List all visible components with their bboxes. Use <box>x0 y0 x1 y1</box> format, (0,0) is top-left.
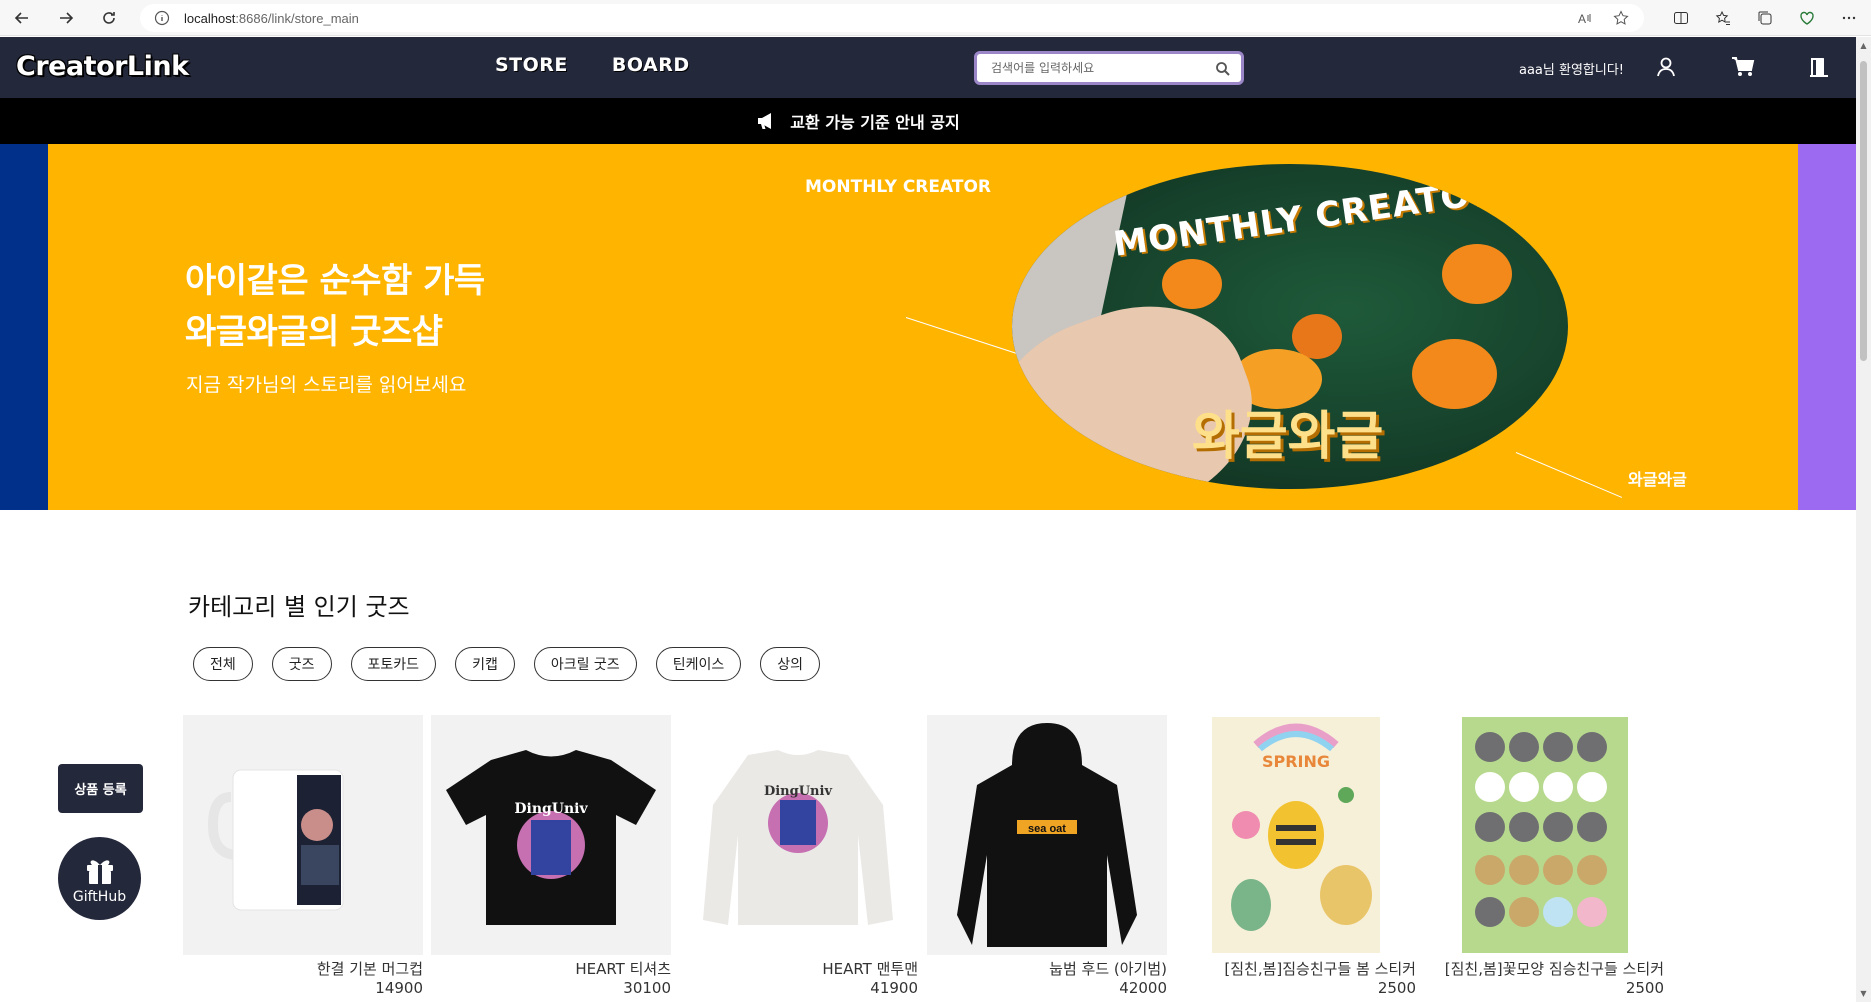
banner-tag-monthly: MONTHLY CREATOR <box>805 177 991 197</box>
banner-title: 아이같은 순수함 가득 와글와글의 굿즈샵 <box>185 261 485 352</box>
product-image[interactable]: SPRING <box>1176 715 1416 955</box>
product-name: HEART 티셔츠 <box>575 960 671 978</box>
scrollbar-thumb[interactable] <box>1860 61 1867 361</box>
chip-photocard[interactable]: 포토카드 <box>350 647 437 681</box>
page-viewport: CreatorLink STORE BOARD aaa님 환영합니다! 교환 가… <box>0 37 1856 1002</box>
user-icon[interactable] <box>1653 54 1679 80</box>
info-icon[interactable] <box>154 10 170 26</box>
more-menu-icon[interactable] <box>1839 8 1859 28</box>
back-icon[interactable] <box>4 0 40 36</box>
category-chips: 전체 굿즈 포토카드 키캡 아크릴 굿즈 틴케이스 상의 <box>193 647 839 681</box>
chip-keycap[interactable]: 키캡 <box>455 647 515 681</box>
collections-icon[interactable] <box>1755 8 1775 28</box>
creator-artwork: MONTHLY CREATOR 와글와글 <box>1012 164 1568 489</box>
artwork-title: MONTHLY CREATOR <box>1111 171 1500 265</box>
chip-all[interactable]: 전체 <box>193 647 253 681</box>
product-card[interactable]: SPRING [짐친,봄]짐승친구들 봄 스티커 2500 <box>1176 715 1416 997</box>
hero-banner[interactable]: 아이같은 순수함 가득 와글와글의 굿즈샵 지금 작가님의 스토리를 읽어보세요… <box>48 144 1798 510</box>
chip-goods[interactable]: 굿즈 <box>271 647 332 681</box>
search-input[interactable] <box>991 61 1211 75</box>
product-name: 한결 기본 머그컵 <box>316 960 423 978</box>
gifthub-button[interactable]: GiftHub <box>58 837 141 920</box>
performance-icon[interactable] <box>1797 8 1817 28</box>
gift-icon <box>86 859 113 884</box>
product-name: 눕범 후드 (아기범) <box>1049 960 1167 978</box>
welcome-text: aaa님 환영합니다! <box>1519 63 1625 78</box>
split-screen-icon[interactable] <box>1671 8 1691 28</box>
product-price: 30100 <box>623 979 671 997</box>
banner-next-strip[interactable] <box>1798 144 1856 510</box>
site-logo[interactable]: CreatorLink <box>16 51 189 82</box>
product-card[interactable]: DingUniv HEART 티셔츠 30100 <box>431 715 671 997</box>
banner-tag-creator: 와글와글 <box>1628 470 1687 489</box>
address-bar[interactable]: localhost:8686/link/store_main A <box>140 4 1644 32</box>
product-image[interactable]: sea oat <box>927 715 1167 955</box>
megaphone-icon <box>758 113 772 129</box>
banner-pointer-line <box>1515 452 1623 498</box>
svg-text:sea oat: sea oat <box>1028 823 1066 835</box>
gifthub-label: GiftHub <box>72 888 127 905</box>
read-aloud-icon[interactable]: A <box>1576 9 1594 27</box>
logout-icon[interactable] <box>1806 54 1832 80</box>
product-image[interactable]: DingUniv <box>431 715 671 955</box>
notice-bar[interactable]: 교환 가능 기준 안내 공지 <box>0 98 1856 144</box>
nav-board[interactable]: BOARD <box>612 54 690 76</box>
product-price: 42000 <box>1119 979 1167 997</box>
product-image[interactable] <box>1424 715 1664 955</box>
chip-acrylic[interactable]: 아크릴 굿즈 <box>533 647 637 681</box>
product-card[interactable]: DingUniv HEART 맨투맨 41900 <box>678 715 918 997</box>
product-card[interactable]: sea oat 눕범 후드 (아기범) 42000 <box>927 715 1167 997</box>
svg-text:SPRING: SPRING <box>1262 752 1330 771</box>
product-card[interactable]: [짐친,봄]꽃모양 짐승친구들 스티커 2500 <box>1424 715 1664 997</box>
notice-text: 교환 가능 기준 안내 공지 <box>790 113 960 132</box>
product-name: [짐친,봄]짐승친구들 봄 스티커 <box>1224 960 1416 978</box>
product-image[interactable]: DingUniv <box>678 715 918 955</box>
main-nav: STORE BOARD <box>495 54 690 76</box>
browser-toolbar: localhost:8686/link/store_main A <box>0 0 1871 36</box>
reload-icon[interactable] <box>91 0 127 36</box>
banner-prev-strip[interactable] <box>0 144 48 510</box>
banner-subtitle: 지금 작가님의 스토리를 읽어보세요 <box>186 374 467 396</box>
product-price: 2500 <box>1377 979 1416 997</box>
chip-tops[interactable]: 상의 <box>760 647 820 681</box>
product-image[interactable] <box>183 715 423 955</box>
product-price: 14900 <box>375 979 423 997</box>
page-scrollbar[interactable]: ▲ ▼ <box>1856 37 1871 1002</box>
register-product-button[interactable]: 상품 등록 <box>58 764 143 813</box>
product-card[interactable]: 한결 기본 머그컵 14900 <box>183 715 423 997</box>
search-icon[interactable] <box>1215 61 1231 77</box>
cart-icon[interactable] <box>1730 54 1756 80</box>
artwork-name: 와글와글 <box>1192 407 1384 467</box>
favorite-star-icon[interactable] <box>1612 9 1630 27</box>
nav-store[interactable]: STORE <box>495 54 568 76</box>
product-name: [짐친,봄]꽃모양 짐승친구들 스티커 <box>1444 960 1664 978</box>
site-header: CreatorLink STORE BOARD aaa님 환영합니다! <box>0 37 1856 98</box>
chip-tincase[interactable]: 틴케이스 <box>655 647 742 681</box>
url-text: localhost:8686/link/store_main <box>184 10 359 26</box>
product-name: HEART 맨투맨 <box>822 960 918 978</box>
product-price: 2500 <box>1625 979 1664 997</box>
svg-text:DingUniv: DingUniv <box>514 801 588 817</box>
favorites-icon[interactable] <box>1713 8 1733 28</box>
product-price: 41900 <box>870 979 918 997</box>
search-box <box>974 51 1244 85</box>
svg-text:A: A <box>1578 12 1586 26</box>
svg-text:DingUniv: DingUniv <box>764 784 832 799</box>
category-section-title: 카테고리 별 인기 굿즈 <box>188 593 410 621</box>
forward-icon[interactable] <box>48 0 84 36</box>
